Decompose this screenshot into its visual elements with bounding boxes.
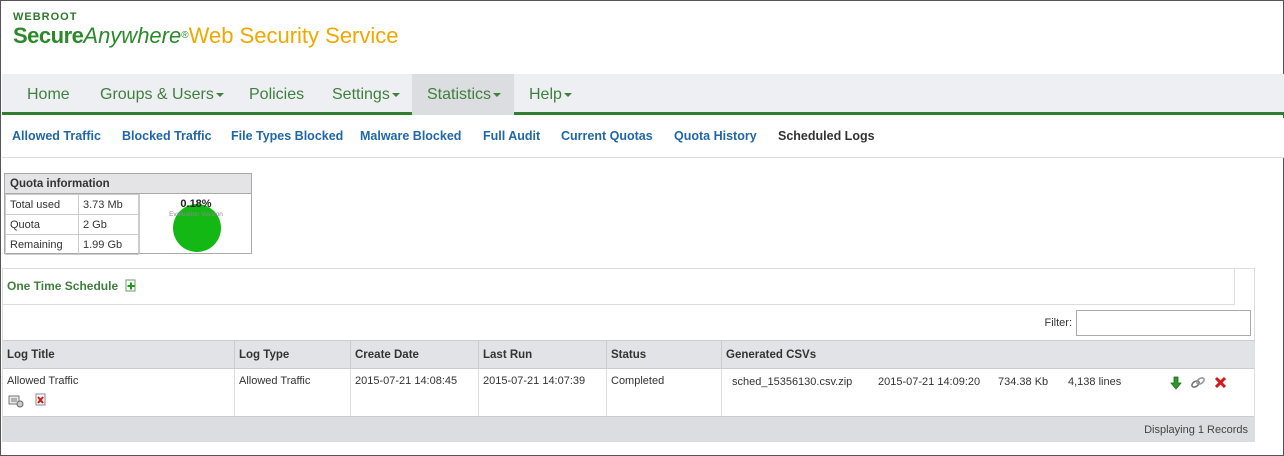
logo-registered: ® [181, 30, 189, 41]
nav-groups-users[interactable]: Groups & Users [85, 74, 239, 115]
nav-policies[interactable]: Policies [234, 74, 319, 115]
nav-settings-label: Settings [332, 86, 390, 103]
filter-row: Filter: [3, 306, 1254, 340]
csv-size: 734.38 Kb [998, 376, 1049, 388]
table-footer: Displaying 1 Records [3, 416, 1254, 442]
schedule-settings-icon[interactable] [8, 394, 24, 408]
subnav-current-quotas[interactable]: Current Quotas [561, 118, 653, 154]
table-row: Allowed Traffic Allowed Traffic 2015-07-… [3, 369, 1254, 416]
column-generated-csvs[interactable]: Generated CSVs [722, 341, 1254, 369]
subnav-file-types-blocked[interactable]: File Types Blocked [231, 118, 343, 154]
csv-lines: 4,138 lines [1068, 376, 1122, 388]
quota-percent: 0.18% [180, 198, 212, 210]
quota-value: 3.73 Mb [78, 194, 139, 215]
quota-gauge: 0.18% Evaluation Version [139, 194, 251, 253]
quota-value: 2 Gb [78, 214, 139, 235]
nav-statistics[interactable]: Statistics [412, 74, 514, 115]
quota-row-remaining: Remaining 1.99 Gb [5, 234, 139, 255]
filter-label: Filter: [1044, 317, 1073, 329]
schedule-title-row: One Time Schedule [3, 269, 1235, 305]
quota-eval-watermark: Evaluation Version [169, 211, 223, 218]
quota-label: Quota [5, 214, 79, 235]
nav-help-label: Help [529, 86, 562, 103]
main-nav: Home Groups & Users Policies Settings St… [2, 74, 1284, 115]
delete-csv-icon[interactable] [1214, 376, 1227, 389]
cell-status: Completed [607, 369, 722, 416]
subnav-scheduled-logs[interactable]: Scheduled Logs [778, 118, 875, 154]
quota-table: Total used 3.73 Mb Quota 2 Gb Remaining … [5, 194, 139, 255]
quota-label: Total used [5, 194, 79, 215]
logo-product: SecureAnywhere®Web Security Service [13, 23, 399, 49]
nav-statistics-label: Statistics [427, 86, 492, 103]
cell-last-run: 2015-07-21 14:07:39 [479, 369, 607, 416]
subnav-quota-history[interactable]: Quota History [674, 118, 757, 154]
quota-row-quota: Quota 2 Gb [5, 214, 139, 235]
chevron-down-icon [215, 92, 224, 97]
header: WEBROOT SecureAnywhere®Web Security Serv… [1, 1, 1283, 74]
nav-policies-label: Policies [249, 86, 305, 103]
subnav-blocked-traffic[interactable]: Blocked Traffic [122, 118, 212, 154]
schedule-title: One Time Schedule [7, 279, 119, 293]
quota-info-box: Quota information Total used 3.73 Mb Quo… [4, 173, 252, 255]
column-create-date[interactable]: Create Date [351, 341, 479, 369]
filter-input[interactable] [1076, 310, 1251, 336]
quota-row-total-used: Total used 3.73 Mb [5, 194, 139, 215]
log-title-text: Allowed Traffic [7, 375, 79, 387]
subnav-allowed-traffic[interactable]: Allowed Traffic [12, 118, 101, 154]
brand-logo: WEBROOT SecureAnywhere®Web Security Serv… [13, 11, 399, 49]
delete-schedule-icon[interactable] [35, 393, 47, 407]
cell-generated-csvs: sched_15356130.csv.zip 2015-07-21 14:09:… [722, 369, 1254, 416]
add-schedule-icon[interactable] [125, 279, 137, 292]
column-status[interactable]: Status [607, 341, 722, 369]
column-log-title[interactable]: Log Title [3, 341, 235, 369]
cell-log-title: Allowed Traffic [3, 369, 235, 416]
sub-nav: Allowed Traffic Blocked Traffic File Typ… [2, 118, 1284, 158]
nav-home[interactable]: Home [12, 74, 85, 115]
link-icon[interactable] [1190, 376, 1206, 390]
records-count: Displaying 1 Records [1144, 424, 1248, 436]
table-header: Log Title Log Type Create Date Last Run … [3, 340, 1254, 369]
chevron-down-icon [563, 92, 572, 97]
cell-log-type: Allowed Traffic [235, 369, 351, 416]
column-last-run[interactable]: Last Run [479, 341, 607, 369]
nav-settings[interactable]: Settings [317, 74, 415, 115]
schedule-panel: One Time Schedule Filter: Log Title Log … [2, 268, 1255, 442]
csv-date: 2015-07-21 14:09:20 [878, 376, 981, 388]
quota-label: Remaining [5, 234, 79, 255]
nav-help[interactable]: Help [514, 74, 587, 115]
app-frame: WEBROOT SecureAnywhere®Web Security Serv… [0, 0, 1284, 456]
subnav-malware-blocked[interactable]: Malware Blocked [360, 118, 461, 154]
csv-file-name[interactable]: sched_15356130.csv.zip [732, 376, 852, 388]
download-icon[interactable] [1169, 375, 1183, 391]
nav-home-label: Home [27, 86, 70, 103]
chevron-down-icon [493, 92, 502, 97]
subnav-full-audit[interactable]: Full Audit [483, 118, 540, 154]
chevron-down-icon [391, 92, 400, 97]
logo-anywhere: Anywhere [83, 23, 182, 48]
nav-groups-users-label: Groups & Users [100, 86, 214, 103]
quota-value: 1.99 Gb [78, 234, 139, 255]
cell-create-date: 2015-07-21 14:08:45 [351, 369, 479, 416]
logo-company: WEBROOT [13, 11, 78, 23]
logo-secure: Secure [13, 23, 84, 48]
column-log-type[interactable]: Log Type [235, 341, 351, 369]
logo-service: Web Security Service [188, 23, 399, 48]
quota-title: Quota information [5, 174, 251, 194]
